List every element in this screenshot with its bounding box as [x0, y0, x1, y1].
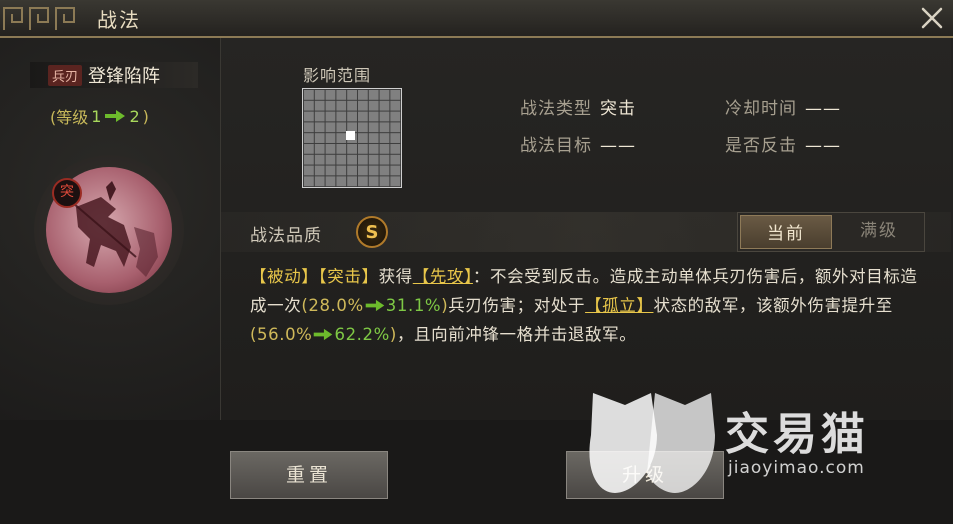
- skill-category-badge: 突: [52, 178, 82, 208]
- range-grid-target-cell: [346, 131, 355, 140]
- window-title: 战法: [97, 8, 141, 32]
- counter-label: 是否反击: [725, 136, 797, 156]
- arrow-right-icon: [365, 299, 385, 312]
- cooldown-value: ——: [805, 99, 841, 119]
- skill-name: 登锋陷阵: [88, 66, 161, 87]
- info-target: 战法目标 ——: [520, 131, 636, 156]
- range-label: 影响范围: [303, 66, 372, 85]
- keyword-first-strike: 【先攻】: [412, 267, 473, 286]
- level-suffix: ): [142, 106, 149, 126]
- info-cooldown: 冷却时间 ——: [725, 94, 841, 119]
- skill-portrait: [34, 155, 184, 305]
- watermark-brand: 交易猫: [725, 409, 869, 460]
- tab-max-level[interactable]: 满级: [834, 213, 924, 251]
- skill-type-tag: 兵刃: [48, 64, 83, 86]
- level-to: 2: [129, 106, 140, 126]
- skill-type-label: 战法类型: [520, 99, 592, 119]
- counter-value: ——: [805, 136, 841, 156]
- cooldown-label: 冷却时间: [725, 99, 797, 119]
- reset-button[interactable]: 重置: [230, 451, 388, 499]
- percent-2-open: (: [250, 325, 258, 344]
- percent-2-next: 62.2%: [334, 325, 390, 344]
- percent-2-close: ): [389, 325, 397, 344]
- target-value: ——: [600, 136, 636, 156]
- arrow-right-icon: [314, 328, 333, 341]
- info-counter: 是否反击 ——: [725, 131, 841, 156]
- desc-text-1: 获得: [378, 267, 413, 286]
- info-skill-type: 战法类型 突击: [520, 94, 636, 119]
- tab-current[interactable]: 当前: [740, 215, 832, 249]
- level-from: 1: [91, 106, 102, 126]
- title-bar: 战法: [0, 0, 953, 38]
- target-label: 战法目标: [520, 136, 592, 156]
- quality-grade-badge: S: [356, 216, 388, 248]
- desc-text-5: ，且向前冲锋一格并击退敌军。: [396, 325, 637, 344]
- percent-1-current: 28.0%: [308, 296, 364, 315]
- keyword-assault: 【突击】: [318, 267, 379, 286]
- desc-text-3: 兵刃伤害；对处于: [448, 296, 586, 315]
- close-icon[interactable]: [918, 4, 946, 32]
- skill-header: 兵刃 登锋陷阵: [30, 62, 198, 88]
- upgrade-button[interactable]: 升级: [566, 451, 724, 499]
- title-ornament-icon: [3, 7, 75, 30]
- arrow-right-icon: [105, 110, 126, 122]
- skill-description: 【被动】【突击】获得【先攻】：不会受到反击。造成主动单体兵刃伤害后，额外对目标造…: [250, 262, 920, 349]
- skill-type-value: 突击: [600, 99, 636, 119]
- keyword-isolated: 【孤立】: [585, 296, 654, 315]
- desc-text-4: 状态的敌军，该额外伤害提升至: [653, 296, 893, 315]
- percent-1-next: 31.1%: [385, 296, 442, 315]
- level-prefix: (等级: [50, 108, 89, 127]
- percent-2-current: 56.0%: [257, 325, 313, 344]
- quality-label: 战法品质: [250, 226, 322, 246]
- level-view-tabs: 当前 满级: [737, 212, 925, 252]
- skill-level: (等级 1 2 ): [50, 104, 149, 128]
- keyword-passive: 【被动】: [250, 267, 319, 286]
- watermark-url: jiaoyimao.com: [728, 458, 865, 478]
